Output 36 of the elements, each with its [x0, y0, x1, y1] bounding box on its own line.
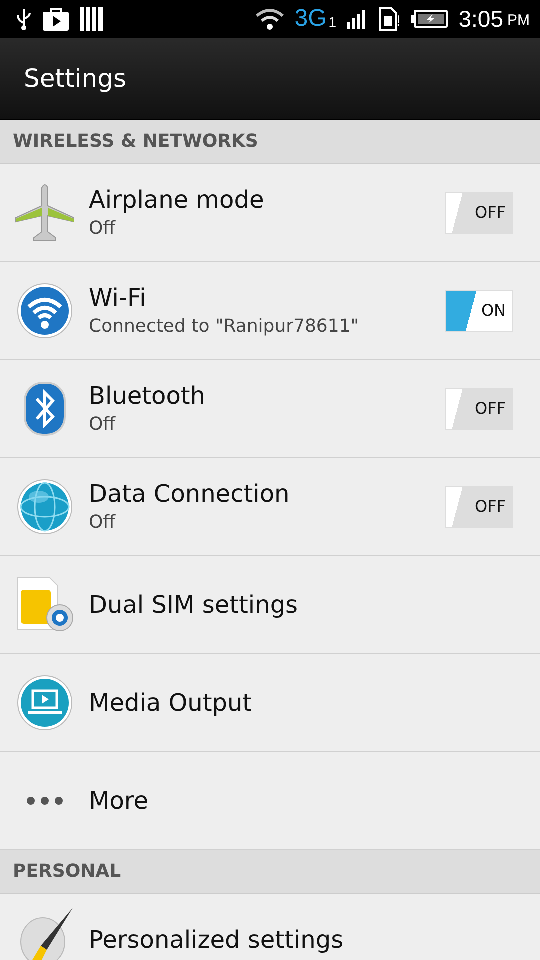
battery-charging-icon	[410, 9, 449, 29]
barcode-icon	[80, 6, 104, 32]
setting-status: Connected to "Ranipur78611"	[89, 316, 360, 337]
setting-title: Dual SIM settings	[89, 590, 300, 618]
section-header: PERSONAL	[13, 861, 122, 882]
warning-label: !	[396, 13, 401, 30]
network-type: 3G	[294, 5, 327, 33]
toggle-switch[interactable]: ON	[445, 290, 513, 332]
globe-icon	[16, 478, 72, 534]
sim-card-icon	[378, 7, 397, 31]
toggle-switch[interactable]: OFF	[445, 192, 513, 234]
setting-status: Off	[89, 218, 117, 239]
wifi-icon	[16, 282, 72, 338]
toggle-switch[interactable]: OFF	[445, 388, 513, 430]
clock-time: 3:05	[458, 6, 504, 32]
setting-title: Data Connection	[89, 480, 291, 508]
section-header: WIRELESS & NETWORKS	[13, 131, 258, 152]
more-icon	[24, 794, 64, 806]
setting-title: Personalized settings	[89, 926, 345, 954]
wifi-signal-icon	[254, 8, 285, 30]
setting-title: Media Output	[89, 688, 254, 716]
setting-title: More	[89, 786, 150, 814]
screen-title: Settings	[24, 64, 127, 93]
sim-slot-number: 1	[328, 14, 337, 30]
setting-title: Bluetooth	[89, 382, 207, 410]
airplane-icon	[14, 182, 76, 244]
setting-title: Airplane mode	[89, 186, 266, 214]
setting-status: Off	[89, 414, 117, 435]
setting-status: Off	[89, 512, 117, 533]
toggle-switch[interactable]: OFF	[445, 486, 513, 528]
clock-period: PM	[508, 12, 530, 29]
sim-card-icon	[16, 576, 74, 634]
bluetooth-icon	[22, 380, 66, 436]
media-output-icon	[16, 674, 72, 730]
usb-icon	[16, 7, 32, 31]
setting-title: Wi-Fi	[89, 284, 148, 312]
